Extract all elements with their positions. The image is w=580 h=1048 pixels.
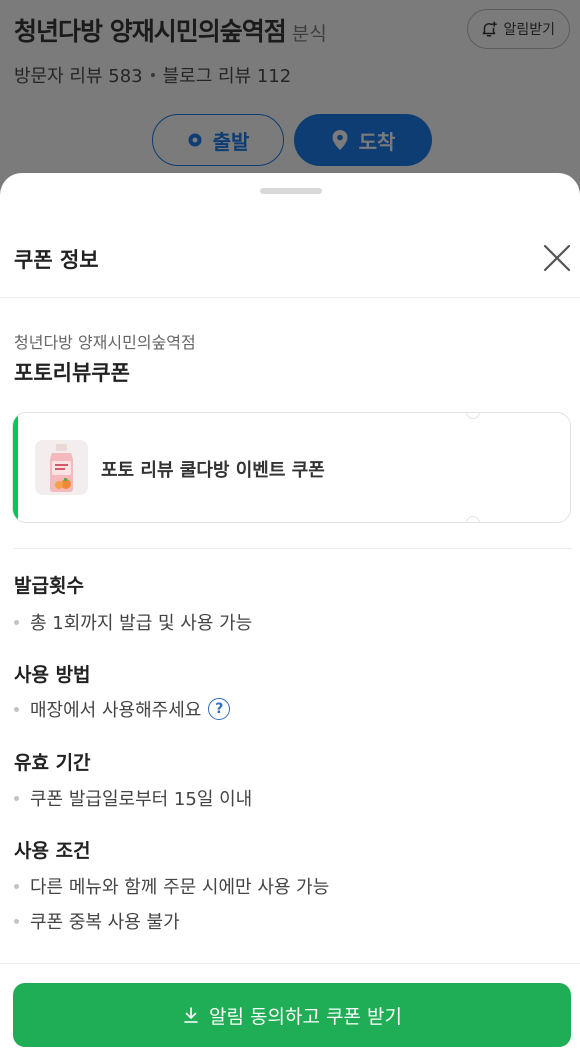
bell-plus-icon bbox=[483, 21, 498, 37]
sheet-header: 쿠폰 정보 bbox=[0, 218, 580, 298]
route-arrive-button[interactable]: 도착 bbox=[294, 114, 432, 166]
coupon-card-title: 포토 리뷰 쿨다방 이벤트 쿠폰 bbox=[101, 460, 325, 481]
section-issue-count-title: 발급횟수 bbox=[14, 575, 84, 597]
section-validity-item: 쿠폰 발급일로부터 15일 이내 bbox=[14, 785, 252, 811]
section-conditions-item-2: 쿠폰 중복 사용 불가 bbox=[14, 908, 180, 934]
coupon-card: 포토 리뷰 쿨다방 이벤트 쿠폰 bbox=[12, 412, 571, 523]
drag-handle[interactable] bbox=[260, 188, 322, 194]
section-usage-item: 매장에서 사용해주세요 ? bbox=[14, 696, 231, 722]
list-item: 총 1회까지 발급 및 사용 가능 bbox=[30, 613, 253, 634]
route-arrive-label: 도착 bbox=[358, 129, 396, 154]
coupon-notch-top bbox=[466, 413, 480, 419]
place-name: 청년다방 양재시민의숲역점 bbox=[14, 17, 287, 46]
get-coupon-label: 알림 동의하고 쿠폰 받기 bbox=[209, 1005, 402, 1028]
section-conditions-title: 사용 조건 bbox=[14, 840, 91, 862]
route-start-button[interactable]: 출발 bbox=[152, 114, 284, 166]
start-point-icon bbox=[188, 133, 202, 147]
coupon-sheet: 쿠폰 정보 청년다방 양재시민의숲역점 포토리뷰쿠폰 포토 리뷰 쿨다방 이벤트… bbox=[0, 173, 580, 1048]
blog-reviews-link[interactable]: 블로그 리뷰 112 bbox=[163, 62, 292, 88]
question-circle-icon[interactable]: ? bbox=[208, 698, 231, 720]
list-item: 다른 메뉴와 함께 주문 시에만 사용 가능 bbox=[30, 877, 330, 898]
separator-dot bbox=[150, 73, 155, 77]
place-category: 분식 bbox=[291, 23, 327, 45]
section-conditions-item-1: 다른 메뉴와 함께 주문 시에만 사용 가능 bbox=[14, 873, 329, 899]
place-title: 청년다방 양재시민의숲역점 분식 bbox=[14, 12, 327, 48]
list-item: 쿠폰 발급일로부터 15일 이내 bbox=[30, 789, 253, 810]
sheet-title: 쿠폰 정보 bbox=[14, 248, 99, 272]
route-start-label: 출발 bbox=[212, 129, 250, 154]
coupon-notch-bottom bbox=[466, 516, 480, 522]
close-icon[interactable] bbox=[539, 240, 575, 276]
location-pin-icon bbox=[332, 130, 348, 150]
list-item: 매장에서 사용해주세요 bbox=[30, 700, 202, 721]
coupon-product-image bbox=[35, 440, 88, 495]
content-divider bbox=[14, 548, 572, 549]
place-reviews: 방문자 리뷰 583 블로그 리뷰 112 bbox=[14, 62, 291, 88]
section-validity-title: 유효 기간 bbox=[14, 752, 91, 774]
list-item: 쿠폰 중복 사용 불가 bbox=[30, 912, 180, 933]
coupon-name: 포토리뷰쿠폰 bbox=[14, 361, 130, 385]
download-icon bbox=[184, 1007, 198, 1023]
section-issue-count-item: 총 1회까지 발급 및 사용 가능 bbox=[14, 609, 252, 635]
cta-divider bbox=[0, 963, 580, 964]
coupon-store-name: 청년다방 양재시민의숲역점 bbox=[14, 333, 196, 352]
section-usage-title: 사용 방법 bbox=[14, 664, 91, 686]
visitor-reviews-link[interactable]: 방문자 리뷰 583 bbox=[14, 62, 143, 88]
place-header-backdrop: 청년다방 양재시민의숲역점 분식 알림받기 방문자 리뷰 583 블로그 리뷰 1… bbox=[0, 0, 580, 200]
notify-button[interactable]: 알림받기 bbox=[467, 9, 570, 49]
get-coupon-button[interactable]: 알림 동의하고 쿠폰 받기 bbox=[13, 983, 571, 1047]
coupon-accent-bar bbox=[13, 413, 18, 522]
notify-label: 알림받기 bbox=[503, 22, 555, 38]
